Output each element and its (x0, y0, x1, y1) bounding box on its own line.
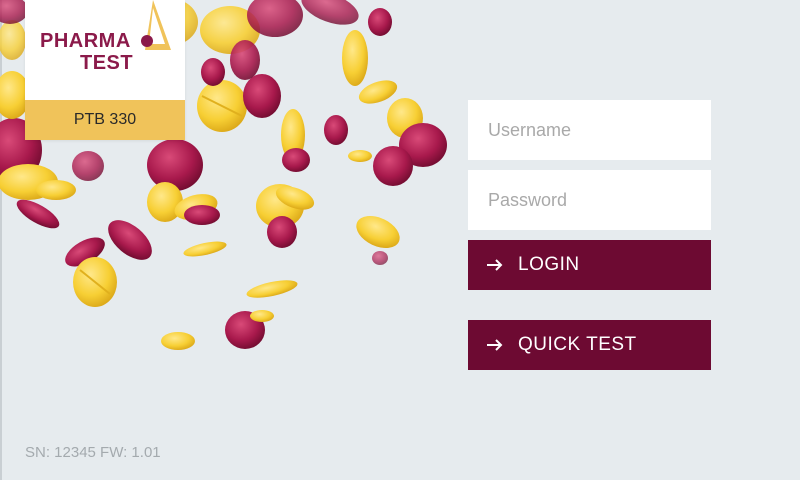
login-button-label: LOGIN (518, 254, 580, 275)
brand-name-line2: TEST (80, 52, 134, 74)
device-info-footer: SN: 12345 FW: 1.01 (25, 444, 161, 461)
arrow-right-icon (487, 339, 503, 351)
quick-test-button[interactable]: QUICK TEST (468, 320, 711, 370)
brand-name-line1: PHARMA (40, 30, 131, 52)
arrow-right-icon (487, 259, 503, 271)
brand-logo-card: PHARMA TEST PTB 330 (25, 0, 185, 140)
device-model-label: PTB 330 (25, 100, 185, 140)
username-input[interactable] (468, 100, 711, 160)
quick-test-button-label: QUICK TEST (518, 334, 637, 355)
login-button[interactable]: LOGIN (468, 240, 711, 290)
password-input[interactable] (468, 170, 711, 230)
